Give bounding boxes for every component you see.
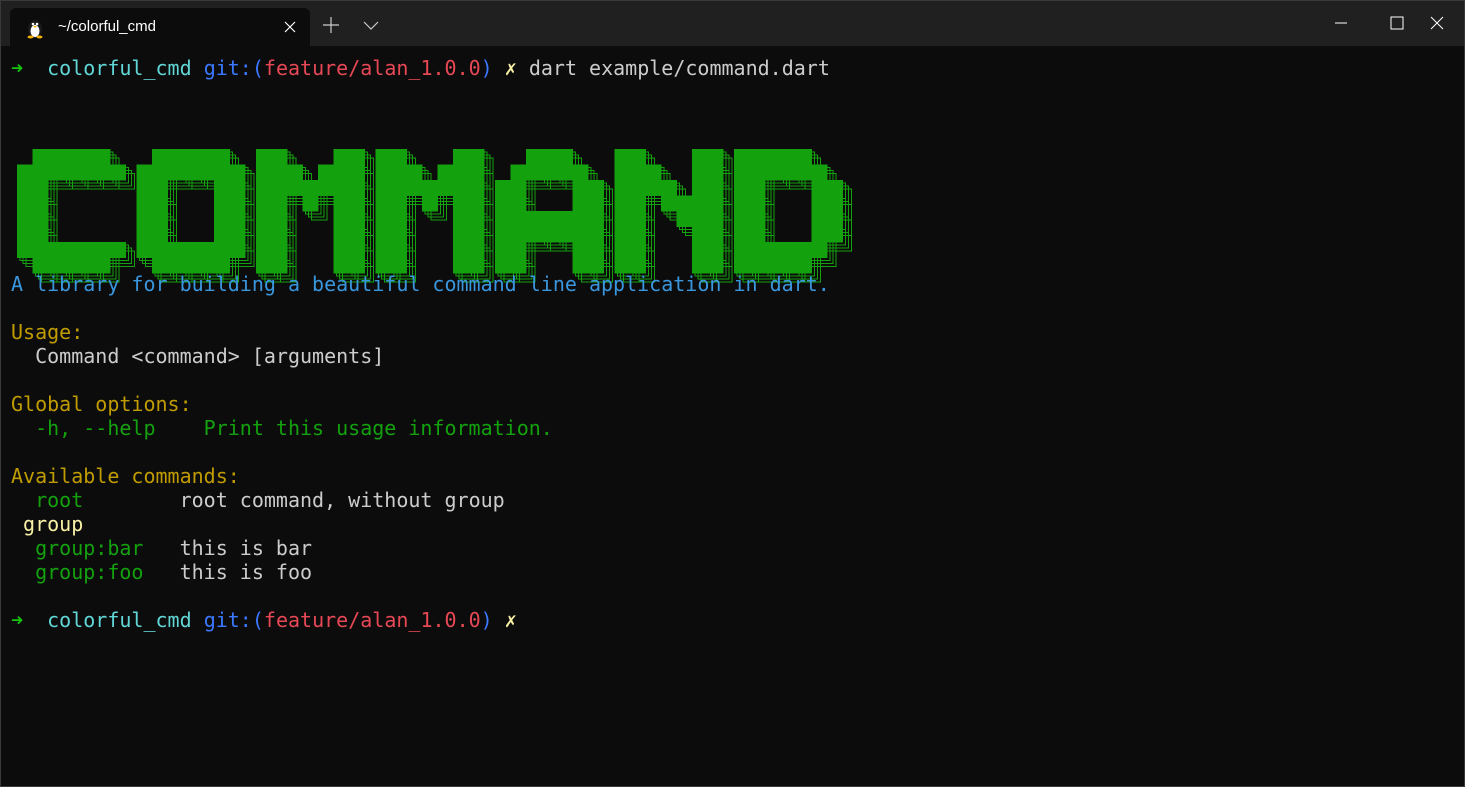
close-icon[interactable] bbox=[280, 17, 300, 37]
command-ascii-banner bbox=[17, 149, 852, 283]
command-name: root bbox=[11, 488, 180, 512]
command-group-label: group bbox=[11, 512, 84, 536]
prompt-line-2: ➜ colorful_cmd git:(feature/alan_1.0.0) … bbox=[11, 608, 517, 632]
command-name: group:foo bbox=[11, 560, 180, 584]
tab-title: ~/colorful_cmd bbox=[58, 18, 156, 35]
help-flag: -h, --help bbox=[11, 416, 204, 440]
window-close-button[interactable] bbox=[1409, 0, 1465, 46]
command-row: group:bar this is bar bbox=[11, 536, 312, 560]
prompt-arrow: ➜ bbox=[11, 56, 24, 80]
minimize-icon bbox=[1335, 22, 1347, 24]
description-text: A library for building a beautiful comma… bbox=[11, 272, 830, 296]
maximize-icon bbox=[1390, 16, 1404, 30]
available-commands-header: Available commands: bbox=[11, 464, 240, 488]
usage-line: Command <command> [arguments] bbox=[11, 344, 385, 368]
command-description: this is bar bbox=[179, 536, 313, 560]
git-suffix: ) bbox=[480, 56, 493, 80]
window-close-icon bbox=[1430, 16, 1444, 30]
tab-active[interactable]: ~/colorful_cmd bbox=[10, 8, 310, 46]
git-dirty-marker: ✗ bbox=[504, 56, 517, 80]
linux-penguin-icon bbox=[27, 20, 43, 39]
command-row: root root command, without group bbox=[11, 488, 505, 512]
usage-header: Usage: bbox=[11, 320, 84, 344]
minimize-button[interactable] bbox=[1313, 0, 1369, 46]
plus-icon[interactable] bbox=[318, 12, 344, 38]
command-description: this is foo bbox=[179, 560, 313, 584]
prompt-dir: colorful_cmd bbox=[47, 608, 192, 632]
git-suffix: ) bbox=[480, 608, 493, 632]
prompt-line-1: ➜ colorful_cmd git:(feature/alan_1.0.0) … bbox=[11, 56, 830, 80]
git-branch: feature/alan_1.0.0 bbox=[263, 608, 481, 632]
help-description: Print this usage information. bbox=[203, 416, 553, 440]
git-branch: feature/alan_1.0.0 bbox=[263, 56, 481, 80]
terminal-area[interactable]: ➜ colorful_cmd git:(feature/alan_1.0.0) … bbox=[0, 46, 1465, 787]
git-dirty-marker: ✗ bbox=[504, 608, 517, 632]
entered-command: dart example/command.dart bbox=[528, 56, 830, 80]
command-row: group:foo this is foo bbox=[11, 560, 312, 584]
command-name: group:bar bbox=[11, 536, 180, 560]
chevron-down-icon[interactable] bbox=[358, 12, 384, 38]
prompt-arrow: ➜ bbox=[11, 608, 24, 632]
global-options-header: Global options: bbox=[11, 392, 192, 416]
prompt-dir: colorful_cmd bbox=[47, 56, 192, 80]
title-bar: ~/colorful_cmd bbox=[0, 0, 1465, 46]
command-description: root command, without group bbox=[179, 488, 505, 512]
git-prefix: git:( bbox=[203, 56, 264, 80]
global-option-help: -h, --help Print this usage information. bbox=[11, 416, 553, 440]
git-prefix: git:( bbox=[203, 608, 264, 632]
